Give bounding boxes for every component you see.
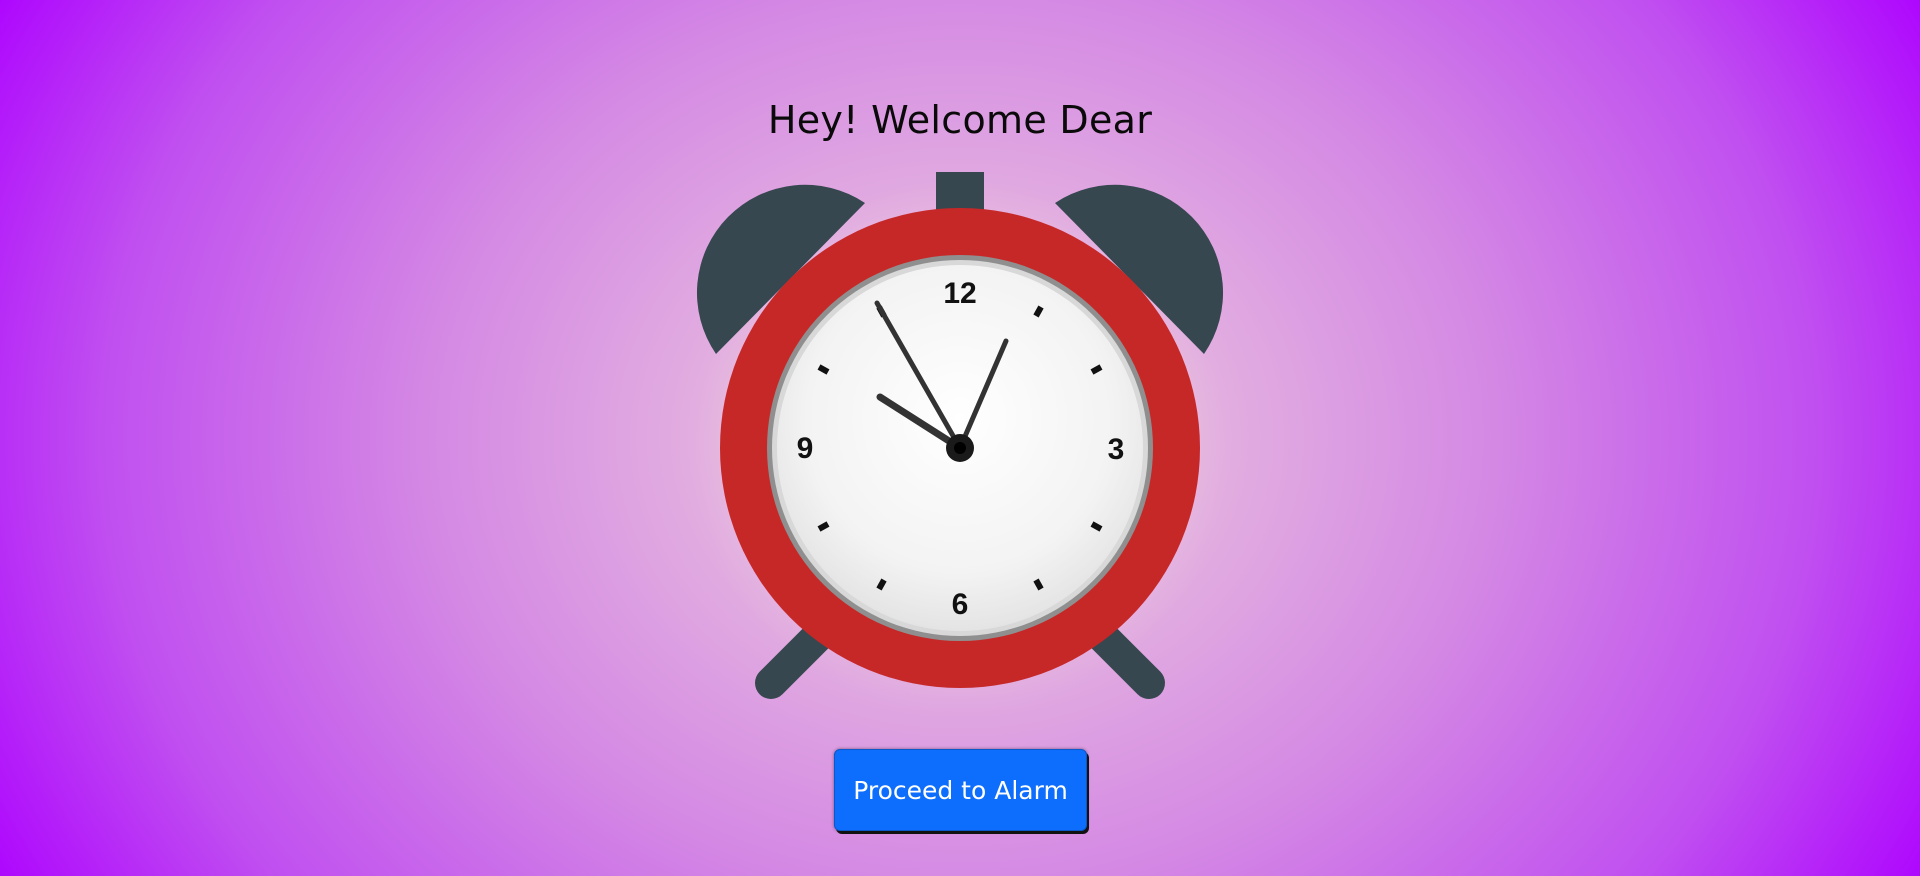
numeral-12: 12 <box>943 277 976 310</box>
alarm-clock-illustration: 12 3 6 9 <box>688 168 1232 708</box>
page-title: Hey! Welcome Dear <box>767 98 1153 142</box>
numeral-3: 3 <box>1108 433 1125 466</box>
clock-top-handle <box>936 172 984 214</box>
numeral-6: 6 <box>952 588 969 621</box>
proceed-to-alarm-button[interactable]: Proceed to Alarm <box>834 749 1087 831</box>
numeral-9: 9 <box>797 432 814 465</box>
